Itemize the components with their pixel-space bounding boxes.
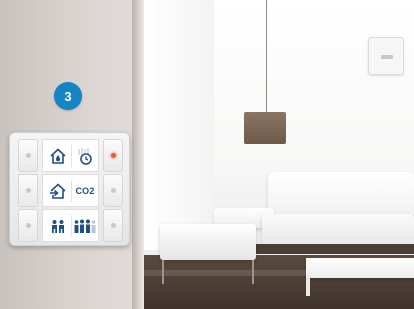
row2-left-indicator xyxy=(26,188,31,193)
scene: 3 CO2 xyxy=(0,0,414,309)
home-water-drop-icon[interactable] xyxy=(45,144,71,168)
ottoman-legs xyxy=(162,260,254,284)
sofa-seat xyxy=(262,214,414,248)
row3-right-indicator xyxy=(111,223,116,228)
touch-control-panel: CO2 xyxy=(9,132,130,246)
ottoman xyxy=(160,224,256,260)
row3-left-button[interactable] xyxy=(18,209,38,242)
wall-edge xyxy=(132,0,144,309)
step-badge: 3 xyxy=(54,82,82,110)
window-light xyxy=(144,0,214,250)
row1-display xyxy=(42,139,99,172)
coffee-table xyxy=(306,258,414,278)
coffee-table-leg xyxy=(306,278,310,296)
row3-left-indicator xyxy=(26,223,31,228)
row3-display xyxy=(42,209,99,242)
lamp-cord xyxy=(266,0,267,112)
two-people-icon[interactable] xyxy=(45,214,71,238)
co2-label-slot[interactable]: CO2 xyxy=(72,179,98,203)
temperature-clock-icon[interactable] xyxy=(72,144,98,168)
pendant-lamp xyxy=(244,112,286,144)
group-people-icon[interactable] xyxy=(72,214,98,238)
home-enter-arrow-icon[interactable] xyxy=(45,179,71,203)
row2-display: CO2 xyxy=(42,174,99,207)
row2-right-button[interactable] xyxy=(103,174,123,207)
row1-right-button[interactable] xyxy=(103,139,123,172)
row1-left-button[interactable] xyxy=(18,139,38,172)
sofa-back xyxy=(268,172,414,218)
row1-left-indicator xyxy=(26,153,31,158)
wall-switch-slot xyxy=(381,55,393,59)
wall-switch xyxy=(368,37,404,75)
co2-label: CO2 xyxy=(75,186,95,196)
row2-right-indicator xyxy=(111,188,116,193)
row1-status-led xyxy=(111,153,116,158)
row2-left-button[interactable] xyxy=(18,174,38,207)
row3-right-button[interactable] xyxy=(103,209,123,242)
